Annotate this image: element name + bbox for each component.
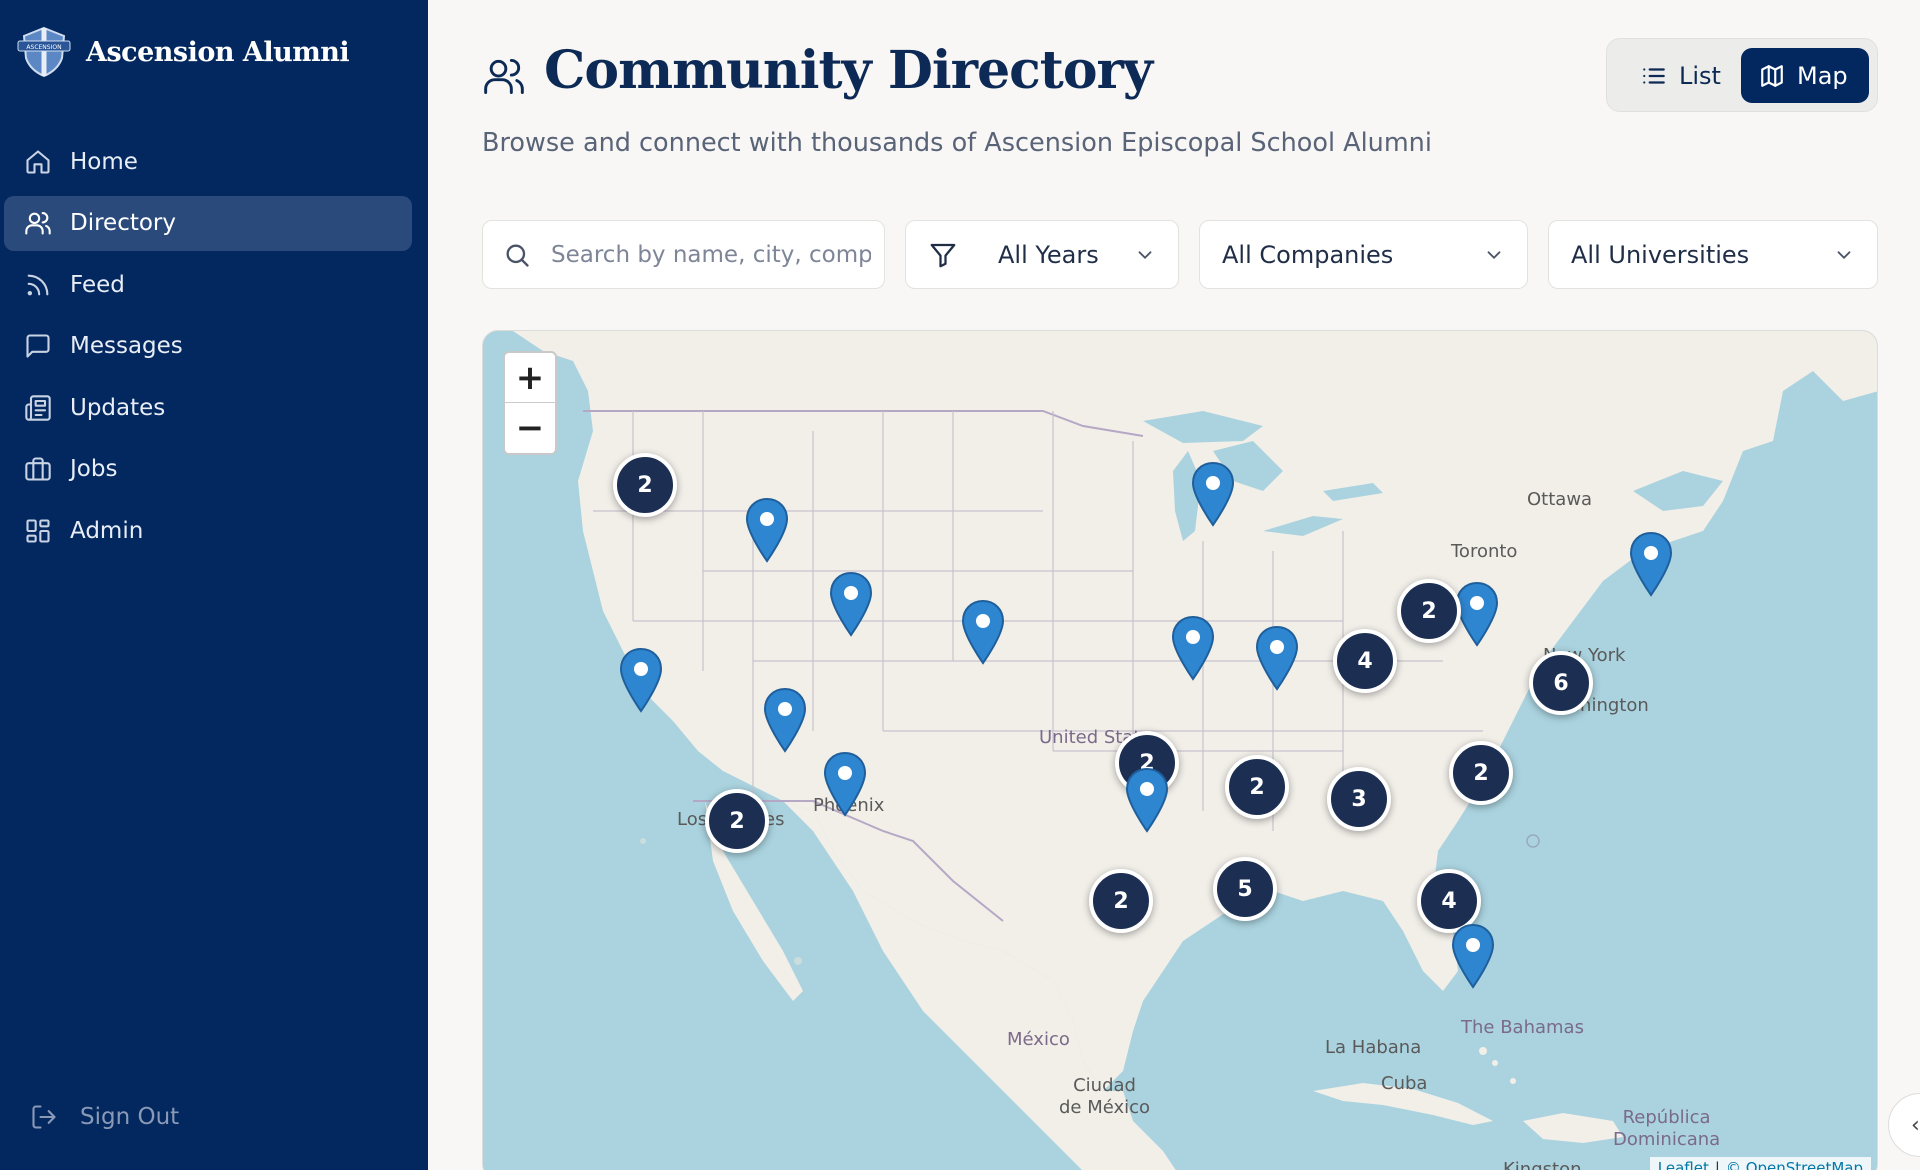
attribution-separator: | <box>1714 1159 1720 1170</box>
map-cluster-seattle[interactable]: 2 <box>613 453 677 517</box>
view-toggle: List Map <box>1606 38 1878 112</box>
map-label-la-habana: La Habana <box>1325 1037 1422 1058</box>
search-icon <box>506 244 529 267</box>
map-label-ottawa: Ottawa <box>1527 489 1593 510</box>
page-title: Community Directory <box>544 40 1153 101</box>
map-cluster-new-york[interactable]: 6 <box>1529 651 1593 715</box>
map-cluster-louisiana[interactable]: 5 <box>1213 857 1277 921</box>
sidebar-nav: Home Directory Feed Messages Updates Job… <box>4 134 412 565</box>
map-pin-icon[interactable] <box>1171 615 1215 683</box>
sidebar-item-label: Jobs <box>70 456 118 482</box>
alumni-map[interactable]: + − Ottawa Toronto New York Washington U… <box>482 330 1878 1170</box>
map-pin-icon[interactable] <box>1455 581 1499 649</box>
map-pin-icon[interactable] <box>1125 767 1169 835</box>
map-tiles <box>483 331 1877 1170</box>
chevron-down-icon <box>1487 250 1501 259</box>
map-cluster-los-angeles[interactable]: 2 <box>705 789 769 853</box>
map-pin-icon[interactable] <box>1255 625 1299 693</box>
map-pin-icon[interactable] <box>1451 923 1495 991</box>
map-view-label: Map <box>1797 61 1848 90</box>
list-view-button[interactable]: List <box>1627 48 1745 103</box>
log-out-icon <box>32 1105 56 1129</box>
map-pin-icon[interactable] <box>1191 461 1235 529</box>
filter-icon <box>930 243 956 267</box>
leaflet-link[interactable]: Leaflet <box>1658 1159 1709 1170</box>
map-cluster-arkansas[interactable]: 2 <box>1225 755 1289 819</box>
map-cluster-mississippi[interactable]: 3 <box>1327 767 1391 831</box>
map-label-kingston: Kingston <box>1503 1159 1582 1170</box>
chevron-down-icon <box>1837 250 1851 259</box>
home-icon <box>26 149 50 174</box>
logo-text: ASCENSION <box>26 44 61 51</box>
chevron-left-icon: ‹ <box>1911 1112 1920 1138</box>
map-label-cuba: Cuba <box>1381 1073 1428 1094</box>
sidebar-item-label: Updates <box>70 394 166 421</box>
sidebar-item-admin[interactable]: Admin <box>4 503 412 558</box>
briefcase-icon <box>25 457 51 481</box>
sign-out-button[interactable]: Sign Out <box>30 1092 179 1142</box>
sidebar-item-label: Directory <box>70 210 177 236</box>
brand[interactable]: ASCENSION Ascension Alumni <box>16 24 350 80</box>
map-cluster-indiana[interactable]: 4 <box>1333 629 1397 693</box>
users-icon <box>484 58 524 94</box>
app-name: Ascension Alumni <box>86 36 350 68</box>
map-pin-icon[interactable] <box>1629 531 1673 599</box>
list-view-label: List <box>1679 61 1721 90</box>
sidebar-item-jobs[interactable]: Jobs <box>4 442 412 497</box>
universities-filter-value: All Universities <box>1571 240 1750 269</box>
collapse-panel-button[interactable]: ‹ <box>1888 1093 1920 1157</box>
zoom-in-button[interactable]: + <box>505 353 555 403</box>
map-view-button[interactable]: Map <box>1741 48 1869 103</box>
sidebar-item-label: Feed <box>70 271 125 298</box>
map-pin-icon[interactable] <box>961 599 1005 667</box>
map-pin-icon[interactable] <box>745 497 789 565</box>
search-input[interactable] <box>551 241 871 268</box>
map-label-the-bahamas: The Bahamas <box>1461 1017 1584 1038</box>
map-label-ciudad-de-mexico: Ciudad de México <box>1059 1075 1151 1118</box>
years-filter[interactable]: All Years <box>905 220 1179 289</box>
shield-crest-icon: ASCENSION <box>17 26 71 78</box>
map-label-republica-dominicana: República Dominicana <box>1613 1107 1721 1150</box>
sidebar-item-label: Messages <box>70 333 183 359</box>
universities-filter[interactable]: All Universities <box>1548 220 1878 289</box>
sidebar-item-label: Admin <box>70 517 144 544</box>
message-square-icon <box>26 334 50 358</box>
users-icon <box>25 212 51 235</box>
companies-filter[interactable]: All Companies <box>1199 220 1528 289</box>
map-pin-icon[interactable] <box>829 571 873 639</box>
sidebar-item-label: Home <box>70 148 138 175</box>
osm-link[interactable]: © OpenStreetMap <box>1726 1159 1863 1170</box>
map-pin-icon[interactable] <box>823 751 867 819</box>
companies-filter-value: All Companies <box>1222 240 1394 269</box>
map-label-mexico: México <box>1007 1029 1070 1050</box>
map-cluster-texas[interactable]: 2 <box>1089 869 1153 933</box>
sidebar-item-messages[interactable]: Messages <box>4 319 412 374</box>
map-icon <box>1761 64 1783 87</box>
sign-out-label: Sign Out <box>80 1104 180 1130</box>
map-attribution: Leaflet | © OpenStreetMap <box>1649 1157 1871 1170</box>
map-label-toronto: Toronto <box>1451 541 1518 562</box>
sidebar-item-feed[interactable]: Feed <box>4 257 412 312</box>
zoom-controls: + − <box>503 351 557 455</box>
search-box <box>482 220 885 289</box>
years-filter-value: All Years <box>998 240 1099 269</box>
newspaper-icon <box>25 394 51 421</box>
chevron-down-icon <box>1138 250 1152 259</box>
sidebar-item-home[interactable]: Home <box>4 134 412 189</box>
sidebar-item-directory[interactable]: Directory <box>4 195 412 251</box>
sidebar-item-updates[interactable]: Updates <box>4 380 412 435</box>
map-pin-icon[interactable] <box>763 687 807 755</box>
rss-icon <box>27 274 49 295</box>
map-cluster-carolina[interactable]: 2 <box>1449 741 1513 805</box>
page-subtitle: Browse and connect with thousands of Asc… <box>482 128 1432 158</box>
map-pin-icon[interactable] <box>619 647 663 715</box>
list-icon <box>1643 67 1665 84</box>
sidebar: ASCENSION Ascension Alumni Home Director… <box>0 0 428 1170</box>
zoom-out-button[interactable]: − <box>505 403 555 453</box>
map-cluster-cleveland[interactable]: 2 <box>1397 579 1461 643</box>
dashboard-icon <box>26 518 50 543</box>
